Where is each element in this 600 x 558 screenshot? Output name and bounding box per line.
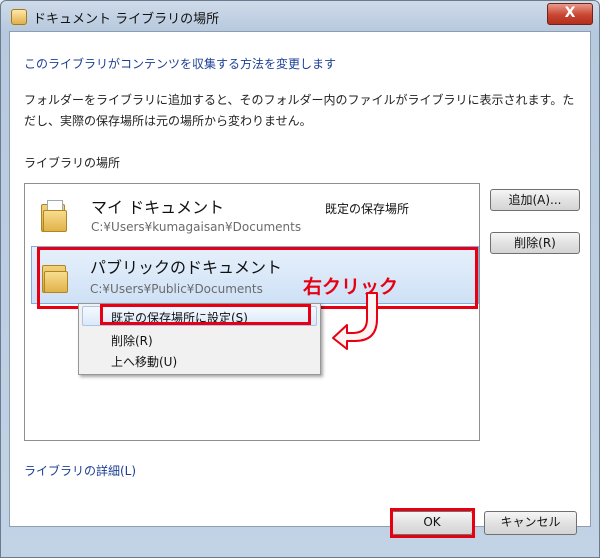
curved-arrow-icon [332, 292, 378, 350]
location-path: C:¥Users¥kumagaisan¥Documents [91, 220, 302, 234]
cancel-button[interactable]: キャンセル [484, 511, 577, 535]
locations-label: ライブラリの場所 [24, 156, 121, 170]
dialog-window: ドキュメント ライブラリの場所 X このライブラリがコンテンツを収集する方法を変… [0, 0, 600, 558]
list-item-my-documents[interactable]: マイ ドキュメント C:¥Users¥kumagaisan¥Documents … [33, 188, 473, 240]
library-details-link[interactable]: ライブラリの詳細(L) [24, 462, 136, 479]
window-title: ドキュメント ライブラリの場所 [33, 12, 220, 27]
add-button[interactable]: 追加(A)... [490, 189, 580, 211]
title-bar[interactable]: ドキュメント ライブラリの場所 X [1, 1, 599, 31]
menu-item-remove[interactable]: 削除(R) [111, 332, 153, 349]
dialog-description: フォルダーをライブラリに追加すると、そのフォルダー内のファイルがライブラリに表示… [24, 93, 575, 128]
location-name: マイ ドキュメント [91, 198, 225, 217]
menu-item-move-up[interactable]: 上へ移動(U) [111, 353, 177, 370]
menu-item-highlight [100, 304, 311, 325]
selected-item-highlight [37, 247, 478, 309]
close-button[interactable]: X [547, 3, 593, 25]
remove-button[interactable]: 削除(R) [490, 232, 580, 254]
documents-folder-icon [41, 200, 67, 232]
dialog-heading: このライブラリがコンテンツを収集する方法を変更します [24, 57, 337, 71]
ok-button-highlight [390, 508, 475, 538]
library-icon [11, 9, 27, 25]
default-location-label: 既定の保存場所 [325, 202, 410, 216]
